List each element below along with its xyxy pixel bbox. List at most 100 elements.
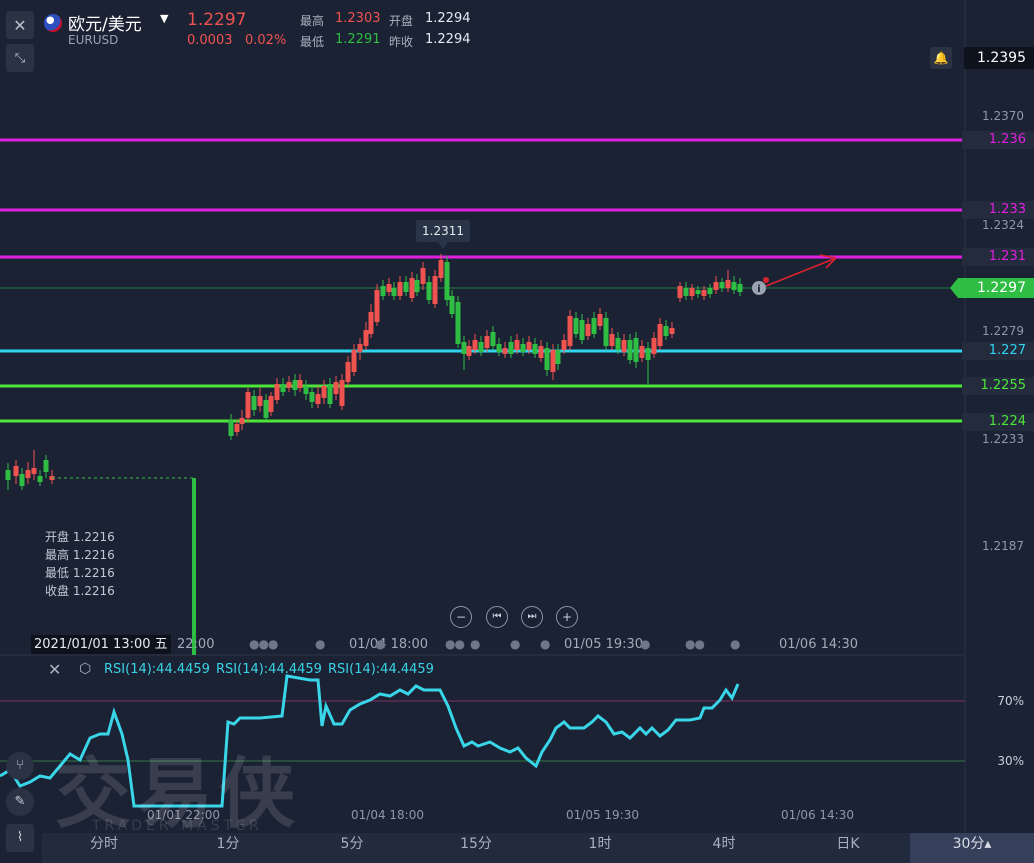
candle-body [615,338,621,350]
candle-body [627,340,633,360]
event-dots-icon[interactable]: ● [470,637,481,651]
open-value: 1.2294 [425,11,471,26]
candle-body [286,382,292,388]
candle-body [695,290,701,294]
candle-body [561,340,567,350]
timeframe-4h[interactable]: 4时 [662,833,786,863]
timeframe-daily[interactable]: 日K [786,833,910,863]
price-change: 0.0003 [187,33,233,48]
zoom-in-button[interactable]: + [556,606,578,628]
ohlc-close: 收盘 1.2216 [45,584,115,598]
candle-body [472,340,478,350]
candle-body [466,346,472,356]
rsi-label: RSI(14):44.4459 [328,662,434,677]
candle-body [43,460,49,472]
candle-body [292,380,298,390]
candle-body [520,344,526,352]
close-icon[interactable]: ✕ [6,11,34,39]
axis-top-price: 1.2395 [964,47,1034,69]
level-tag-1233: 1.233 [962,201,1034,219]
caret-down-icon[interactable]: ▼ [160,12,168,25]
candle-body [449,296,455,314]
chart-root: i ✕ ⤡ 欧元/美元 ▼ EURUSD 1.2297 0.0003 0.02%… [0,0,1034,863]
candle-body [597,314,603,326]
timeframe-tick[interactable]: 分时 [42,833,166,863]
rsi-level-30: 30% [997,754,1024,768]
candle-body [502,348,508,354]
candle-body [380,286,386,296]
candle-body [621,340,627,352]
candle-body [737,284,743,292]
timeframe-30m[interactable]: 30分▴ [910,833,1034,863]
candle-body [633,338,639,362]
prev-close-label: 昨收 [389,35,414,49]
pair-name[interactable]: 欧元/美元 [68,10,142,35]
event-dots-icon[interactable]: ● [640,637,651,651]
info-icon-glyph: i [757,284,760,295]
event-dots-icon[interactable]: ● [315,637,326,651]
candle-body [669,328,675,334]
collapse-arrows-icon[interactable]: ⤡ [6,44,34,72]
candle-body [391,288,397,296]
candle-body [263,400,269,418]
price-change-pct: 0.02% [245,33,287,48]
fork-tool-icon[interactable]: ⑂ [6,752,34,780]
pen-tool-icon[interactable]: ✎ [6,788,34,816]
low-label: 最低 [300,35,325,49]
high-label: 最高 [300,14,325,28]
timeframe-1h[interactable]: 1时 [538,833,662,863]
candle-body [245,392,251,418]
candle-body [297,380,303,388]
rsi-settings-icon[interactable]: ⬡ [79,661,91,677]
candle-body [339,380,345,406]
candle-body [526,342,532,350]
candle-body [707,288,713,294]
candle-body [585,324,591,336]
event-dots-icon[interactable]: ● [510,637,521,651]
event-dots-icon[interactable]: ● [540,637,551,651]
rsi-close-icon[interactable]: ✕ [48,660,61,679]
axis-label: 1.2233 [982,432,1024,446]
candle-body [234,424,240,432]
candle-body [478,342,484,352]
time-label: 01/04 18:00 [349,637,429,652]
event-dots-icon[interactable]: ●●● [249,637,278,651]
eu-us-flag-icon [44,14,62,32]
rsi-label: RSI(14):44.4459 [104,662,210,677]
candle-body [25,470,31,478]
current-price-tag: 1.2297 [950,278,1034,298]
zoom-out-button[interactable]: − [450,606,472,628]
candle-body [374,290,380,322]
candle-body [496,344,502,352]
ohlc-low: 最低 1.2216 [45,566,115,580]
event-dots-icon[interactable]: ●● [685,637,705,651]
candle-body [274,384,280,400]
timeframe-15m[interactable]: 15分 [414,833,538,863]
rsi-time-label: 01/06 14:30 [781,808,854,822]
candle-body [645,348,651,360]
indicator-tool-icon[interactable]: ⌇ [6,824,34,852]
next-button[interactable]: ⏭ [521,606,543,628]
candle-body [444,262,450,300]
candle-body [603,318,609,346]
bell-icon[interactable]: 🔔 [930,47,952,69]
candle-body [689,288,695,296]
candle-body [368,312,374,334]
open-label: 开盘 [389,14,414,28]
candle-body [731,282,737,290]
candle-body [386,284,392,292]
candle-body [532,344,538,354]
trend-arrow-line [765,257,837,287]
candle-body [639,346,645,358]
prev-button[interactable]: ⏮ [486,606,508,628]
event-dots-icon[interactable]: ● [375,637,386,651]
ohlc-open: 开盘 1.2216 [45,530,115,544]
event-dots-icon[interactable]: ●● [445,637,465,651]
timeframe-1m[interactable]: 1分 [166,833,290,863]
candle-body [544,348,550,370]
event-dots-icon[interactable]: ● [730,637,741,651]
time-label: 01/06 14:30 [779,637,859,652]
candle-body [651,338,657,354]
timeframe-5m[interactable]: 5分 [290,833,414,863]
candle-body [663,326,669,336]
